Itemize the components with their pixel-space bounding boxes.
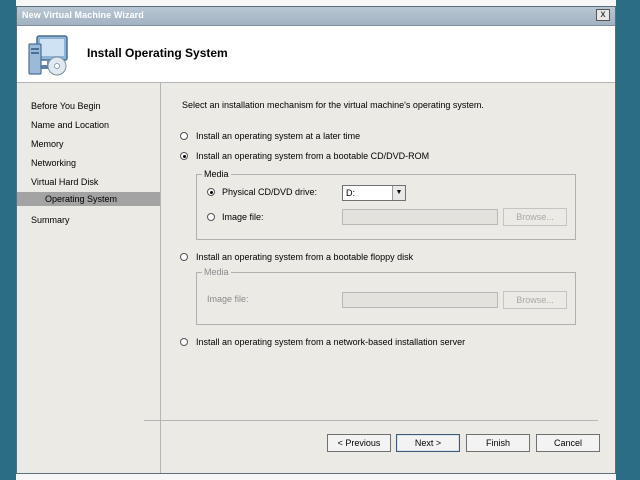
option-later-radio[interactable] [180, 132, 188, 140]
option-floppy-label[interactable]: Install an operating system from a boota… [196, 252, 413, 262]
nav-item-summary[interactable]: Summary [31, 213, 70, 227]
nav-item-before-you-begin[interactable]: Before You Begin [31, 99, 101, 113]
title-bar[interactable]: New Virtual Machine Wizard x [17, 7, 615, 26]
floppy-image-file-label: Image file: [207, 294, 249, 304]
close-button[interactable]: x [596, 9, 610, 21]
desktop-background-left [0, 0, 16, 480]
option-floppy-radio[interactable] [180, 253, 188, 261]
image-file-input[interactable] [342, 209, 498, 225]
page-title: Install Operating System [87, 46, 228, 60]
wizard-window: New Virtual Machine Wizard x Install Ope… [16, 6, 616, 474]
drive-select-value: D: [346, 188, 355, 198]
option-cd-dvd-radio[interactable] [180, 152, 188, 160]
wizard-header: Install Operating System [17, 26, 615, 83]
floppy-media-group-label: Media [202, 267, 231, 277]
browse-floppy-image-button[interactable]: Browse... [503, 291, 567, 309]
browse-cd-image-button[interactable]: Browse... [503, 208, 567, 226]
nav-item-memory[interactable]: Memory [31, 137, 64, 151]
option-network-label[interactable]: Install an operating system from a netwo… [196, 337, 465, 347]
option-network-radio[interactable] [180, 338, 188, 346]
nav-item-networking[interactable]: Networking [31, 156, 76, 170]
next-button[interactable]: Next > [396, 434, 460, 452]
nav-item-name-and-location[interactable]: Name and Location [31, 118, 109, 132]
finish-button[interactable]: Finish [466, 434, 530, 452]
physical-drive-radio[interactable] [207, 188, 215, 196]
option-later-label[interactable]: Install an operating system at a later t… [196, 131, 360, 141]
previous-button[interactable]: < Previous [327, 434, 391, 452]
instruction-text: Select an installation mechanism for the… [182, 100, 484, 110]
image-file-radio[interactable] [207, 213, 215, 221]
footer-divider [144, 420, 598, 421]
nav-item-operating-system[interactable]: Operating System [17, 192, 160, 206]
close-icon: x [600, 9, 606, 20]
image-file-label[interactable]: Image file: [222, 212, 264, 222]
desktop-background-right [616, 0, 640, 480]
computer-disk-icon [27, 34, 73, 80]
physical-drive-label[interactable]: Physical CD/DVD drive: [222, 187, 317, 197]
window-title: New Virtual Machine Wizard [22, 10, 144, 20]
wizard-nav: Before You Begin Name and Location Memor… [17, 83, 161, 473]
cancel-button[interactable]: Cancel [536, 434, 600, 452]
floppy-image-file-input[interactable] [342, 292, 498, 308]
chevron-down-icon[interactable]: ▼ [392, 186, 405, 200]
drive-select[interactable]: D: ▼ [342, 185, 406, 201]
cd-media-group [196, 174, 576, 240]
option-cd-dvd-label[interactable]: Install an operating system from a boota… [196, 151, 429, 161]
cd-media-group-label: Media [202, 169, 231, 179]
nav-item-virtual-hard-disk[interactable]: Virtual Hard Disk [31, 175, 98, 189]
